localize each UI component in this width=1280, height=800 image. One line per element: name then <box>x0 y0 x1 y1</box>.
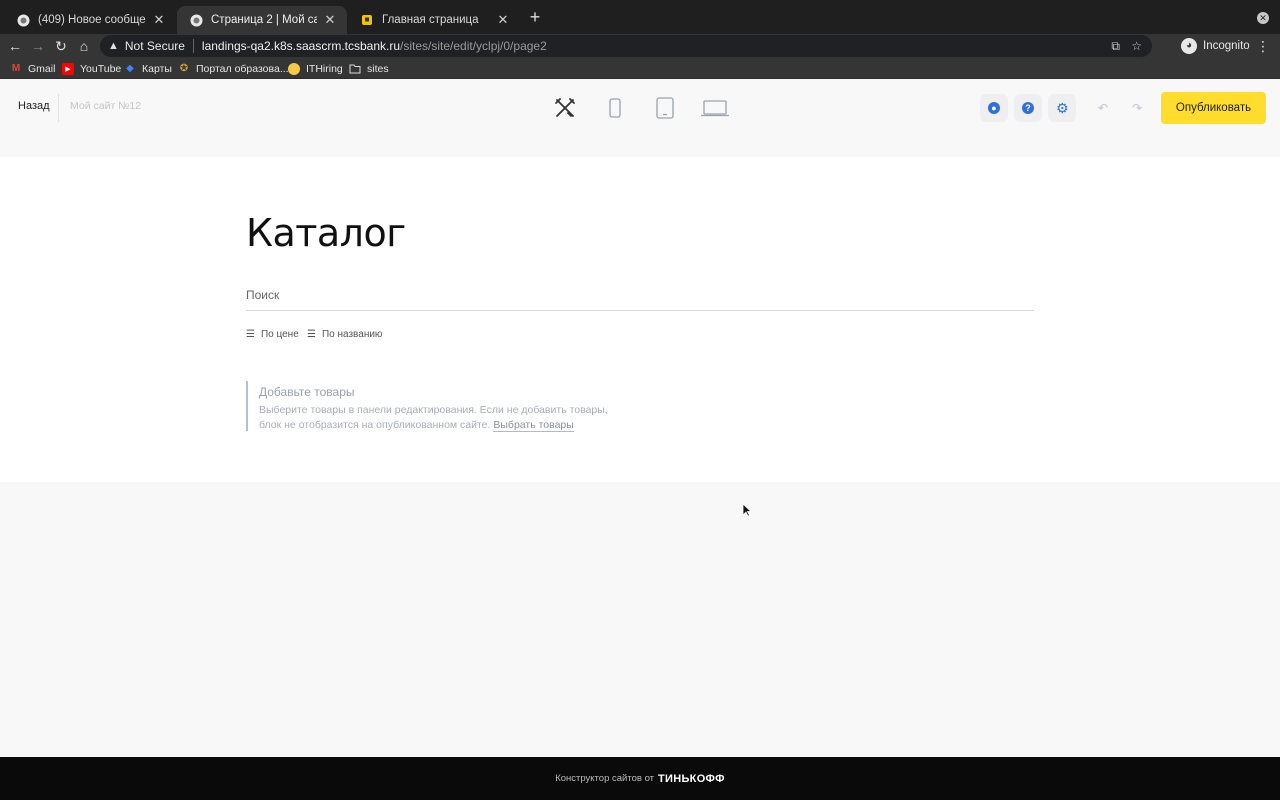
notice-line-1: Выберите товары в панели редактирования.… <box>259 404 608 416</box>
youtube-icon: ▶ <box>62 62 74 75</box>
home-icon[interactable]: ⌂ <box>74 36 94 56</box>
address-host: landings-qa2.k8s.saascrm.tcsbank.ru <box>201 39 401 53</box>
browser-tab[interactable]: Главная страница ✕ <box>348 6 520 34</box>
star-bookmark-icon[interactable]: ☆ <box>1131 35 1142 57</box>
browser-toolbar: ← → ↻ ⌂ ▲ Not Secure landings-qa2.k8s.sa… <box>0 34 1280 58</box>
bookmark-label: Карты <box>142 62 172 75</box>
close-icon[interactable]: ✕ <box>323 12 337 28</box>
reload-icon[interactable]: ↻ <box>51 36 71 56</box>
close-icon[interactable]: ✕ <box>496 12 510 28</box>
tinkoff-favicon-icon <box>16 13 30 27</box>
gmail-icon: M <box>11 63 21 74</box>
bookmark-label: Портал образова... <box>196 62 289 75</box>
yellow-shield-favicon-icon <box>360 13 374 27</box>
maps-icon: ◆ <box>126 63 134 74</box>
tools-icon[interactable] <box>552 94 578 122</box>
mobile-view-icon[interactable] <box>606 94 624 122</box>
folder-icon <box>349 63 361 75</box>
bookmark-label: YouTube <box>80 62 122 75</box>
desktop-view-icon[interactable] <box>700 94 730 122</box>
bookmark-label: Gmail <box>28 62 56 75</box>
ithiring-icon <box>288 62 300 75</box>
browser-tab[interactable]: (409) Новое сообщение ✕ <box>4 6 176 34</box>
incognito-icon: ◕ <box>1181 38 1197 54</box>
tab-title: Страница 2 | Мой сайт №12 | <box>211 14 317 26</box>
site-footer: Конструктор сайтов от ТИНЬКОФФ <box>0 757 1280 800</box>
address-path: /sites/site/edit/yclpj/0/page2 <box>400 39 547 53</box>
forward-arrow-icon[interactable]: → <box>28 36 48 56</box>
bookmark-ithiring[interactable]: ITHiring <box>288 60 343 77</box>
tinkoff-favicon-icon <box>189 13 203 27</box>
help-button[interactable]: ? <box>1014 94 1042 122</box>
gear-icon: ⚙ <box>1056 100 1069 116</box>
notice-text: Выберите товары в панели редактирования.… <box>259 403 646 433</box>
portal-icon: ✪ <box>179 63 189 74</box>
sort-label: По названию <box>321 329 383 340</box>
browser-menu-icon[interactable]: ⋮ <box>1256 36 1270 56</box>
sort-by-price[interactable]: ☰ По цене <box>246 329 299 340</box>
catalog-block[interactable]: Каталог Поиск ☰ По цене ☰ По названию До… <box>0 157 1280 482</box>
warning-icon: ▲ <box>108 40 119 52</box>
back-arrow-icon[interactable]: ← <box>5 36 25 56</box>
incognito-profile[interactable]: ◕ Incognito <box>1181 36 1250 56</box>
site-name: Мой сайт №12 <box>70 100 142 112</box>
new-tab-plus-icon[interactable]: + <box>526 8 544 26</box>
mouse-cursor-icon <box>742 503 753 517</box>
choose-products-link[interactable]: Выбрать товары <box>493 419 574 432</box>
back-button[interactable]: Назад <box>18 100 50 112</box>
translate-icon[interactable]: ⧉ <box>1111 35 1120 57</box>
bookmark-portal[interactable]: ✪ Портал образова... <box>178 60 289 77</box>
browser-tab-bar: (409) Новое сообщение ✕ Страница 2 | Мой… <box>0 0 1280 34</box>
window-control-icon[interactable]: ✕ <box>1257 12 1269 24</box>
footer-brand[interactable]: ТИНЬКОФФ <box>658 773 725 785</box>
sort-icon: ☰ <box>246 329 255 340</box>
bookmark-maps[interactable]: ◆ Карты <box>124 60 172 77</box>
header-divider <box>58 94 59 122</box>
tab-title: Главная страница <box>382 14 479 26</box>
search-input[interactable]: Поиск <box>246 283 1034 311</box>
notice-title: Добавьте товары <box>259 385 355 399</box>
help-icon: ? <box>1022 102 1034 114</box>
address-divider <box>192 39 194 53</box>
undo-icon[interactable]: ↶ <box>1090 94 1116 122</box>
page-title: Каталог <box>246 211 406 255</box>
bookmark-label: sites <box>367 62 389 75</box>
sort-icon: ☰ <box>307 329 316 340</box>
browser-tab-active[interactable]: Страница 2 | Мой сайт №12 | ✕ <box>177 6 347 34</box>
tablet-view-icon[interactable] <box>654 94 676 122</box>
bookmark-youtube[interactable]: ▶ YouTube <box>62 60 121 77</box>
settings-button[interactable]: ⚙ <box>1048 94 1076 122</box>
publish-button[interactable]: Опубликовать <box>1161 92 1266 124</box>
bookmark-gmail[interactable]: M Gmail <box>10 60 56 77</box>
bookmarks-bar: M Gmail ▶ YouTube ◆ Карты ✪ Портал образ… <box>0 58 1280 79</box>
footer-prefix: Конструктор сайтов от <box>555 773 654 784</box>
sort-by-name[interactable]: ☰ По названию <box>307 329 382 340</box>
bookmark-sites[interactable]: sites <box>349 60 389 77</box>
bookmark-label: ITHiring <box>306 62 343 75</box>
redo-icon[interactable]: ↷ <box>1124 94 1150 122</box>
security-label: Not Secure <box>124 39 185 53</box>
address-bar[interactable]: ▲ Not Secure landings-qa2.k8s.saascrm.tc… <box>100 35 1152 57</box>
editor-header: Назад Мой сайт №12 ● ? ⚙ ↶ ↷ Опубликоват… <box>0 80 1280 136</box>
sort-label: По цене <box>260 329 299 340</box>
close-icon[interactable]: ✕ <box>152 12 166 28</box>
palette-icon: ● <box>988 102 1000 114</box>
palette-button[interactable]: ● <box>980 94 1008 122</box>
profile-label: Incognito <box>1203 40 1250 52</box>
empty-products-notice: Добавьте товары Выберите товары в панели… <box>246 381 646 433</box>
notice-line-2: блок не отобразится на опубликованном са… <box>259 419 491 431</box>
tab-title: (409) Новое сообщение <box>38 14 146 26</box>
